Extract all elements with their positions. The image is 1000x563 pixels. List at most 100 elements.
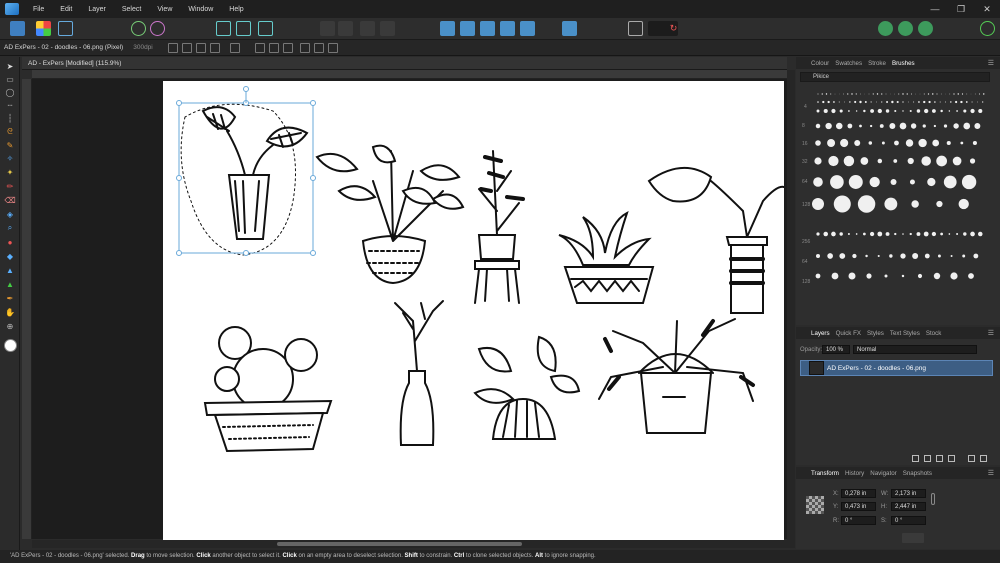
brush-preset-dot[interactable]	[943, 124, 948, 128]
fill-tool-icon[interactable]: ◈	[4, 209, 16, 219]
brush-preset-dot[interactable]	[817, 101, 819, 103]
tab-stroke[interactable]: Stroke	[865, 60, 889, 67]
brush-preset-dot[interactable]	[843, 155, 855, 167]
rotate-left-icon[interactable]	[480, 21, 495, 36]
fx-icon[interactable]	[936, 455, 943, 462]
brush-preset-dot[interactable]	[847, 93, 849, 95]
brush-preset-dot[interactable]	[971, 101, 973, 103]
brush-preset-dot[interactable]	[877, 254, 880, 258]
brush-preset-dot[interactable]	[833, 195, 851, 213]
brush-preset-dot[interactable]	[839, 109, 843, 113]
brush-preset-dot[interactable]	[900, 253, 906, 259]
brush-preset-dot[interactable]	[838, 101, 840, 103]
brush-preset-dot[interactable]	[863, 109, 866, 113]
panel-menu-icon[interactable]: ☰	[985, 469, 997, 477]
brush-preset-dot[interactable]	[923, 93, 925, 95]
brush-category-select[interactable]: Pikice	[800, 72, 990, 82]
brush-preset-dot[interactable]	[953, 123, 959, 129]
brush-preset-dot[interactable]	[936, 93, 938, 95]
brush-preset-dot[interactable]	[978, 231, 983, 237]
share-icon-1[interactable]	[878, 21, 893, 36]
brush-preset-dot[interactable]	[931, 231, 937, 237]
brush-preset-dot[interactable]	[970, 231, 975, 237]
brush-preset-dot[interactable]	[974, 123, 981, 129]
align-bottom-icon[interactable]	[328, 43, 338, 53]
brush-preset-dot[interactable]	[816, 109, 820, 113]
brush-preset-dot[interactable]	[815, 273, 821, 279]
brush-preset-dot[interactable]	[894, 93, 895, 95]
tab-swatches[interactable]: Swatches	[832, 60, 865, 67]
brush-preset-dot[interactable]	[877, 231, 883, 237]
brush-preset-dot[interactable]	[909, 179, 915, 185]
brush-preset-dot[interactable]	[952, 156, 962, 166]
brush-preset-dot[interactable]	[816, 232, 820, 236]
brush-preset-dot[interactable]	[814, 157, 822, 165]
brush-preset-dot[interactable]	[963, 122, 971, 130]
brush-preset-dot[interactable]	[933, 272, 941, 280]
brush-preset-dot[interactable]	[869, 231, 875, 237]
doodle-vase-branches[interactable]	[394, 300, 444, 446]
user-icon[interactable]	[980, 21, 995, 36]
tab-colour[interactable]: Colour	[808, 60, 832, 67]
brush-preset-dot[interactable]	[833, 101, 835, 103]
transform-skew-icon[interactable]	[230, 43, 240, 53]
brush-preset-dot[interactable]	[881, 93, 883, 95]
brush-preset-dot[interactable]	[960, 141, 964, 145]
w-field[interactable]: 2,173 in	[891, 489, 926, 498]
flip-vertical-icon[interactable]	[460, 21, 475, 36]
brush-preset-dot[interactable]	[957, 93, 959, 95]
brush-preset-dot[interactable]	[881, 101, 883, 103]
minimize-button[interactable]: —	[922, 0, 948, 18]
group-icon[interactable]	[948, 455, 955, 462]
tab-quick-fx[interactable]: Quick FX	[833, 330, 864, 337]
brush-preset-dot[interactable]	[894, 232, 897, 236]
brush-preset-dot[interactable]	[844, 101, 845, 103]
align-top-icon[interactable]	[300, 43, 310, 53]
liquify-persona-icon[interactable]	[36, 21, 51, 36]
brush-preset-dot[interactable]	[950, 254, 953, 257]
brush-preset-dot[interactable]	[911, 200, 919, 208]
brush-preset-dot[interactable]	[893, 159, 898, 163]
brush-preset-dot[interactable]	[970, 108, 975, 114]
brush-preset-dot[interactable]	[932, 93, 934, 95]
brush-preset-dot[interactable]	[940, 232, 944, 236]
brush-preset-dot[interactable]	[907, 157, 914, 165]
brush-preset-dot[interactable]	[855, 233, 858, 235]
brush-preset-dot[interactable]	[902, 101, 904, 103]
brush-grid[interactable]: 4 8 16 32 64 128 256 64 128	[798, 86, 994, 286]
brush-preset-dot[interactable]	[870, 101, 872, 103]
brush-preset-dot[interactable]	[884, 197, 898, 211]
brush-preset-dot[interactable]	[974, 93, 976, 95]
tab-text-styles[interactable]: Text Styles	[887, 330, 923, 337]
tool-placeholder-4[interactable]	[380, 21, 395, 36]
zoom-tool-icon[interactable]: ⌕	[4, 223, 16, 233]
brush-preset-dot[interactable]	[919, 93, 921, 95]
brush-preset-dot[interactable]	[912, 253, 919, 259]
transform-options-button[interactable]	[902, 533, 924, 543]
brush-preset-dot[interactable]	[860, 157, 869, 165]
row-marquee-tool-icon[interactable]: ┄	[4, 100, 16, 110]
brush-preset-dot[interactable]	[862, 232, 866, 236]
brush-preset-dot[interactable]	[825, 122, 832, 130]
shear-field[interactable]: 0 °	[891, 516, 926, 525]
brush-preset-dot[interactable]	[936, 155, 948, 167]
tab-styles[interactable]: Styles	[864, 330, 887, 337]
tab-brushes[interactable]: Brushes	[889, 60, 918, 67]
anchor-point-icon[interactable]	[806, 496, 824, 514]
brush-preset-dot[interactable]	[827, 100, 830, 104]
brush-preset-dot[interactable]	[918, 138, 927, 148]
brush-preset-dot[interactable]	[899, 122, 907, 130]
menu-help[interactable]: Help	[221, 6, 251, 13]
menu-view[interactable]: View	[149, 6, 180, 13]
brush-preset-dot[interactable]	[976, 101, 978, 103]
brush-preset-dot[interactable]	[822, 100, 825, 104]
brush-preset-dot[interactable]	[913, 101, 915, 103]
brush-preset-dot[interactable]	[924, 108, 929, 114]
settings-gear-icon[interactable]	[131, 21, 146, 36]
brush-preset-dot[interactable]	[825, 93, 828, 95]
tool-placeholder-1[interactable]	[320, 21, 335, 36]
view-zoom-icon[interactable]: ⊕	[4, 321, 16, 331]
doodle-tall-pot-plant[interactable]	[647, 166, 785, 314]
tab-snapshots[interactable]: Snapshots	[900, 470, 935, 477]
brush-preset-dot[interactable]	[909, 109, 912, 113]
